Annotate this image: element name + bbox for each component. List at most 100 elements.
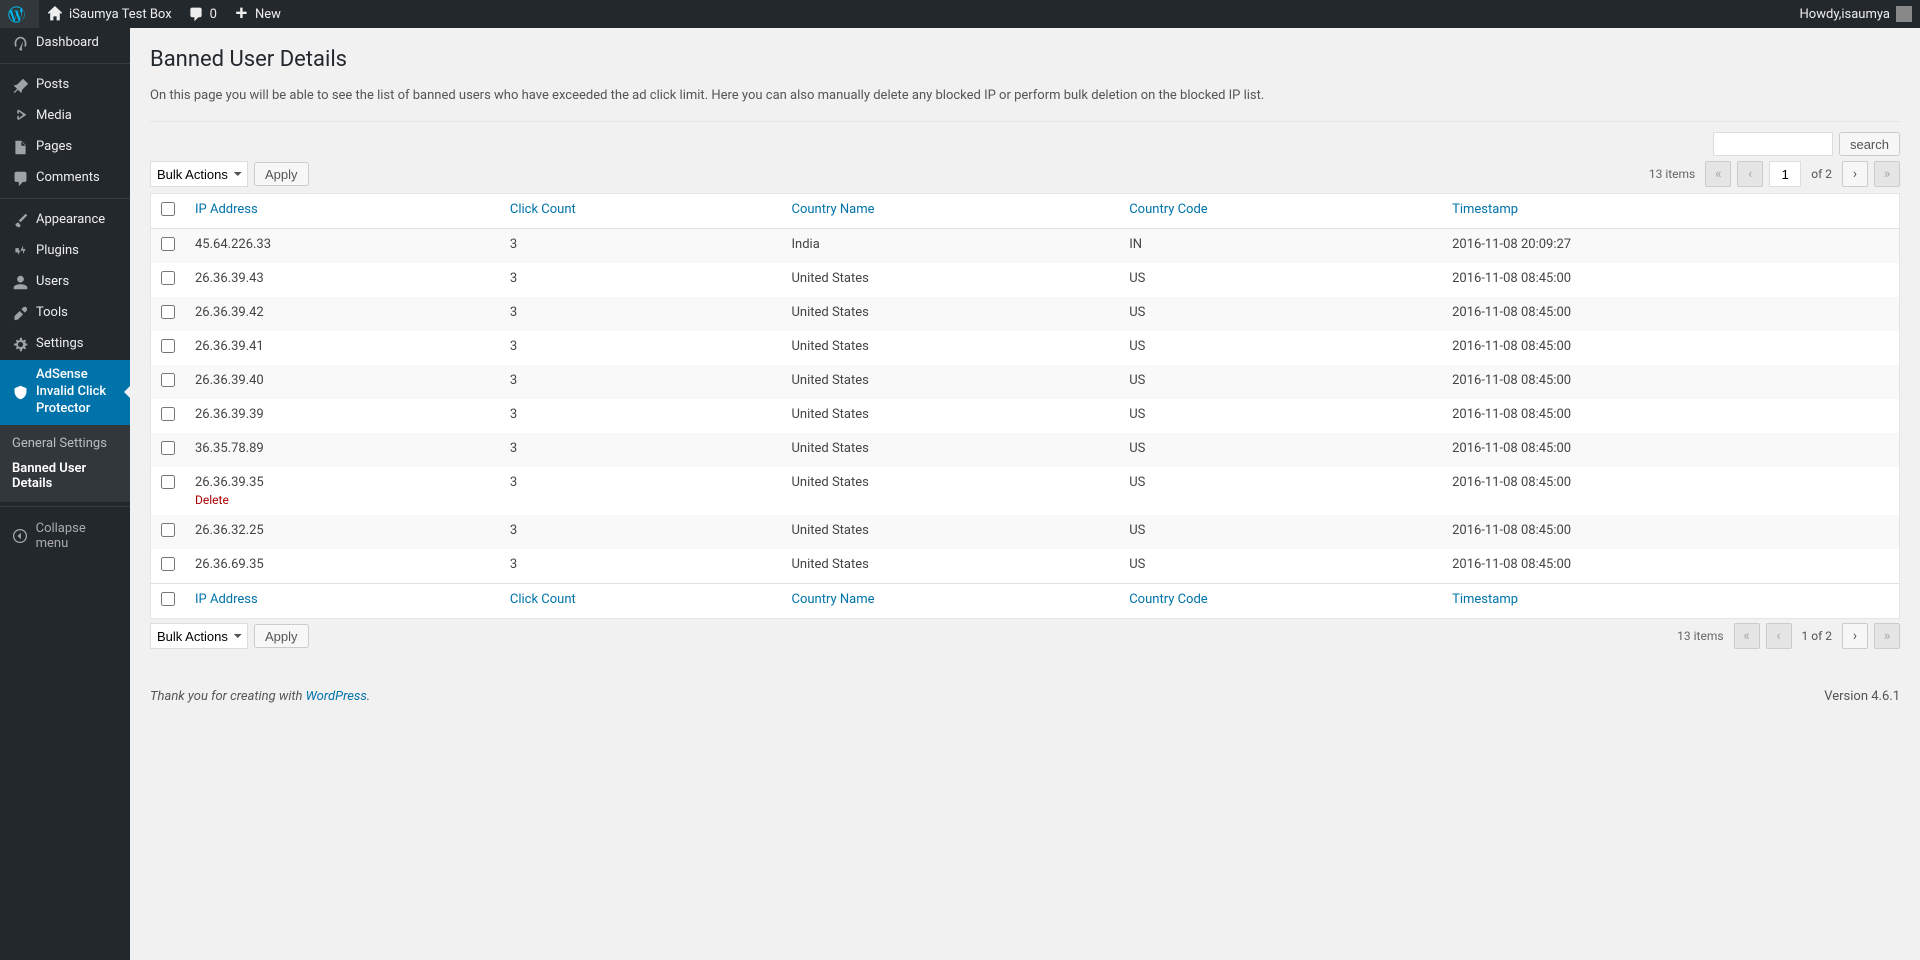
cell-timestamp: 2016-11-08 08:45:00	[1442, 549, 1899, 584]
submenu-item-general-settings[interactable]: General Settings	[0, 431, 130, 456]
col-header-ip[interactable]: IP Address	[195, 202, 258, 217]
cell-country-code: US	[1119, 549, 1442, 584]
sidebar-separator	[0, 59, 130, 64]
cell-timestamp: 2016-11-08 08:45:00	[1442, 331, 1899, 365]
row-action-delete[interactable]: Delete	[195, 493, 490, 507]
sidebar-item-posts[interactable]: Posts	[0, 70, 130, 101]
sidebar-item-label: Plugins	[36, 243, 79, 260]
page-description: On this page you will be able to see the…	[150, 88, 1900, 103]
row-checkbox[interactable]	[161, 557, 175, 571]
cell-timestamp: 2016-11-08 08:45:00	[1442, 263, 1899, 297]
row-checkbox[interactable]	[161, 373, 175, 387]
cell-click: 3	[500, 331, 782, 365]
howdy-prefix: Howdy,	[1800, 7, 1842, 22]
table-row: 26.36.32.253United StatesUS2016-11-08 08…	[151, 515, 1900, 549]
main-content: Banned User Details On this page you wil…	[130, 28, 1920, 744]
cell-country-code: IN	[1119, 229, 1442, 264]
cell-timestamp: 2016-11-08 08:45:00	[1442, 297, 1899, 331]
sidebar-item-label: Dashboard	[36, 35, 99, 52]
sidebar-item-comments[interactable]: Comments	[0, 163, 130, 194]
cell-click: 3	[500, 433, 782, 467]
apply-button[interactable]: Apply	[254, 162, 309, 186]
plus-icon	[233, 6, 249, 22]
next-page-button[interactable]: ›	[1842, 161, 1868, 187]
cell-country-code: US	[1119, 365, 1442, 399]
last-page-button: »	[1874, 161, 1900, 187]
col-footer-click[interactable]: Click Count	[510, 592, 576, 607]
sidebar-item-label: Appearance	[36, 212, 105, 229]
cell-ip: 26.36.32.25	[185, 515, 500, 549]
sidebar-item-settings[interactable]: Settings	[0, 329, 130, 360]
col-header-timestamp[interactable]: Timestamp	[1452, 202, 1518, 217]
wordpress-link[interactable]: WordPress	[306, 689, 367, 704]
media-icon	[10, 108, 30, 125]
current-page-input[interactable]	[1769, 161, 1801, 187]
cell-click: 3	[500, 365, 782, 399]
cell-ip: 26.36.39.40	[185, 365, 500, 399]
col-footer-country-code[interactable]: Country Code	[1129, 592, 1207, 607]
submenu-item-banned-user-details[interactable]: Banned User Details	[0, 456, 130, 496]
row-checkbox[interactable]	[161, 523, 175, 537]
new-content-link[interactable]: New	[225, 0, 289, 28]
table-row: 36.35.78.893United StatesUS2016-11-08 08…	[151, 433, 1900, 467]
cell-ip: 36.35.78.89	[185, 433, 500, 467]
my-account-link[interactable]: Howdy, isaumya	[1792, 0, 1920, 28]
next-page-button-bottom[interactable]: ›	[1842, 623, 1868, 649]
sidebar-item-appearance[interactable]: Appearance	[0, 205, 130, 236]
prev-page-button-bottom: ‹	[1766, 623, 1792, 649]
cell-click: 3	[500, 399, 782, 433]
select-all-checkbox[interactable]	[161, 202, 175, 216]
banned-users-table: IP Address Click Count Country Name Coun…	[150, 193, 1900, 619]
divider	[150, 121, 1900, 122]
apply-button-bottom[interactable]: Apply	[254, 624, 309, 648]
sidebar-item-pages[interactable]: Pages	[0, 132, 130, 163]
plug-icon	[10, 243, 30, 260]
cell-country-name: United States	[781, 399, 1119, 433]
col-header-country-code[interactable]: Country Code	[1129, 202, 1207, 217]
wordpress-logo[interactable]	[0, 0, 39, 28]
row-checkbox[interactable]	[161, 271, 175, 285]
comments-link[interactable]: 0	[180, 0, 225, 28]
col-footer-country-name[interactable]: Country Name	[791, 592, 874, 607]
sidebar-item-dashboard[interactable]: Dashboard	[0, 28, 130, 59]
table-row: 26.36.39.35Delete3United StatesUS2016-11…	[151, 467, 1900, 515]
bulk-actions-select[interactable]: Bulk Actions	[150, 161, 248, 187]
collapse-menu-button[interactable]: Collapse menu	[0, 513, 130, 559]
tablenav-bottom: Bulk Actions Apply 13 items « ‹ 1 of 2 ›…	[150, 623, 1900, 649]
sidebar-item-media[interactable]: Media	[0, 101, 130, 132]
cell-ip: 26.36.39.39	[185, 399, 500, 433]
page-title: Banned User Details	[150, 38, 1900, 76]
cell-country-code: US	[1119, 297, 1442, 331]
tablenav-top: Bulk Actions Apply 13 items « ‹ of 2 › »	[150, 161, 1900, 187]
col-footer-ip[interactable]: IP Address	[195, 592, 258, 607]
cell-timestamp: 2016-11-08 08:45:00	[1442, 433, 1899, 467]
cell-country-name: United States	[781, 433, 1119, 467]
cell-country-name: India	[781, 229, 1119, 264]
cell-timestamp: 2016-11-08 20:09:27	[1442, 229, 1899, 264]
cell-country-code: US	[1119, 467, 1442, 515]
select-all-checkbox-footer[interactable]	[161, 592, 175, 606]
row-checkbox[interactable]	[161, 305, 175, 319]
sidebar-item-adsense-protector[interactable]: AdSense Invalid Click Protector	[0, 360, 130, 425]
sidebar-item-tools[interactable]: Tools	[0, 298, 130, 329]
row-checkbox[interactable]	[161, 339, 175, 353]
cell-click: 3	[500, 549, 782, 584]
search-input[interactable]	[1713, 132, 1833, 156]
wrench-icon	[10, 305, 30, 322]
row-checkbox[interactable]	[161, 237, 175, 251]
sidebar-item-label: Media	[36, 108, 72, 125]
cell-country-code: US	[1119, 263, 1442, 297]
sidebar-item-plugins[interactable]: Plugins	[0, 236, 130, 267]
site-name-link[interactable]: iSaumya Test Box	[39, 0, 180, 28]
sidebar-item-label: AdSense Invalid Click Protector	[36, 367, 122, 418]
bulk-actions-select-bottom[interactable]: Bulk Actions	[150, 623, 248, 649]
row-checkbox[interactable]	[161, 475, 175, 489]
search-button[interactable]: search	[1839, 132, 1900, 156]
col-header-click[interactable]: Click Count	[510, 202, 576, 217]
col-header-country-name[interactable]: Country Name	[791, 202, 874, 217]
row-checkbox[interactable]	[161, 441, 175, 455]
col-footer-timestamp[interactable]: Timestamp	[1452, 592, 1518, 607]
row-checkbox[interactable]	[161, 407, 175, 421]
sidebar-item-users[interactable]: Users	[0, 267, 130, 298]
cell-country-code: US	[1119, 399, 1442, 433]
